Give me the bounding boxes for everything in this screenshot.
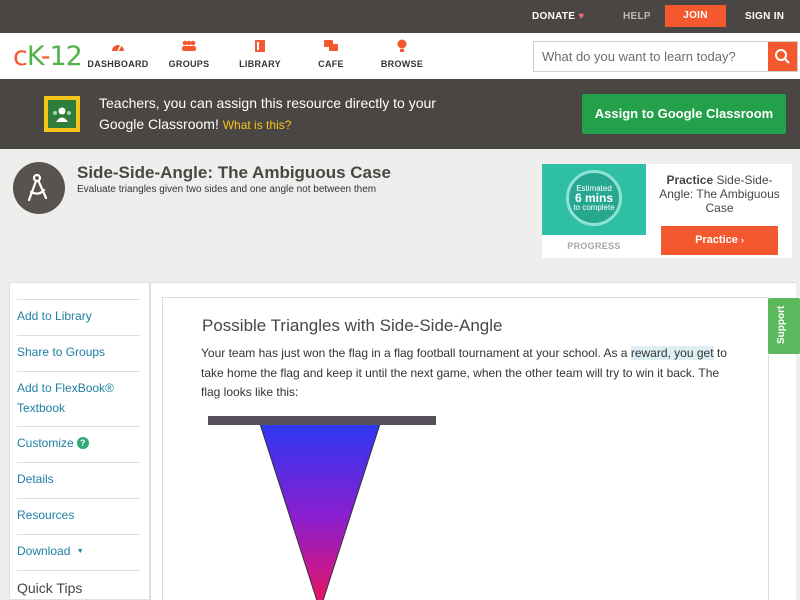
dashboard-icon [78,39,158,57]
nav-library-label: LIBRARY [239,59,281,69]
logo-number: 12 [49,41,82,72]
sidebar-share-to-groups[interactable]: Share to Groups [17,342,140,362]
estimate-ring: Estimated 6 mins to complete [566,170,622,226]
sidebar-divider [17,534,140,535]
help-link[interactable]: HELP [623,0,651,33]
sidebar-divider [17,371,140,372]
nav-cafe[interactable]: CAFE [291,39,371,69]
estimate-suffix: to complete [573,203,615,212]
nav-browse[interactable]: BROWSE [362,39,442,69]
content-title: Possible Triangles with Side-Side-Angle [202,316,503,335]
support-label: Support [776,305,787,344]
join-button[interactable]: JOIN [665,5,726,27]
main-nav: cK-12 DASHBOARD GROUPS LIBRARY CAFE BROW… [0,33,800,79]
nav-dashboard-label: DASHBOARD [87,59,149,69]
ck12-logo[interactable]: cK-12 [13,41,83,72]
support-tab[interactable]: Support [768,298,800,354]
sidebar-divider [17,462,140,463]
search-button[interactable] [768,42,797,71]
page-title: Side-Side-Angle: The Ambiguous Case [77,163,391,182]
customize-label: Customize [17,436,74,450]
sidebar-download[interactable]: Download ▼ [17,541,140,562]
practice-button-label: Practice [695,234,738,246]
sidebar-add-to-flexbook[interactable]: Add to FlexBook® Textbook [17,378,140,418]
google-classroom-icon [44,96,80,132]
practice-button[interactable]: Practice › [661,226,778,255]
practice-title-bold: Practice [666,173,714,187]
nav-groups[interactable]: GROUPS [149,39,229,69]
heart-icon: ♥ [578,11,585,22]
page-subtitle: Evaluate triangles given two sides and o… [77,184,377,195]
estimate-minutes: 6 mins [574,191,613,205]
donate-link[interactable]: DONATE ♥ [532,0,585,33]
library-icon [220,39,300,57]
sidebar-add-to-library[interactable]: Add to Library [17,306,140,326]
nav-groups-label: GROUPS [168,59,210,69]
banner-message: Teachers, you can assign this resource d… [99,93,459,136]
sidebar-divider [17,299,140,300]
practice-card: Estimated 6 mins to complete PROGRESS Pr… [542,164,792,258]
nav-cafe-label: CAFE [318,59,344,69]
sidebar-divider [17,426,140,427]
paragraph-text: Your team has just won the flag in a fla… [201,346,631,360]
search-box [533,41,798,72]
groups-icon [149,39,229,57]
arrow-right-icon: › [740,235,744,245]
nav-browse-label: BROWSE [380,59,424,69]
cafe-icon [291,39,371,57]
nav-dashboard[interactable]: DASHBOARD [78,39,158,69]
caret-down-icon: ▼ [76,548,84,555]
search-input[interactable] [534,42,768,71]
sidebar: Add to Library Share to Groups Add to Fl… [9,282,150,600]
sidebar-customize[interactable]: Customize? [17,433,140,453]
help-icon[interactable]: ? [76,437,89,449]
top-bar: DONATE ♥ HELP JOIN SIGN IN [0,0,800,33]
sign-in-link[interactable]: SIGN IN [745,0,784,33]
sidebar-divider [17,335,140,336]
flag-illustration [208,416,436,600]
what-is-this-link[interactable]: What is this? [223,118,292,132]
download-label: Download [17,544,71,558]
sidebar-divider [17,570,140,571]
content-paragraph: Your team has just won the flag in a fla… [201,344,741,403]
logo-c: c [13,41,28,72]
sidebar-details[interactable]: Details [17,469,140,489]
sidebar-resources[interactable]: Resources [17,505,140,525]
quick-tips-heading: Quick Tips [17,580,83,596]
paragraph-highlight: reward, you get [630,346,714,360]
practice-image[interactable]: Estimated 6 mins to complete [542,164,646,235]
sidebar-divider [17,498,140,499]
practice-title[interactable]: Practice Side-Side-Angle: The Ambiguous … [652,173,787,215]
flag-triangle [259,423,381,600]
flag-pole [208,416,436,425]
browse-icon [362,39,442,57]
search-icon [775,49,790,64]
nav-library[interactable]: LIBRARY [220,39,300,69]
logo-k: K [26,41,42,72]
progress-label: PROGRESS [567,241,621,251]
assign-google-classroom-button[interactable]: Assign to Google Classroom [582,94,786,134]
donate-label: DONATE [532,11,576,22]
teacher-banner: Teachers, you can assign this resource d… [0,79,800,149]
compass-icon [13,162,65,214]
